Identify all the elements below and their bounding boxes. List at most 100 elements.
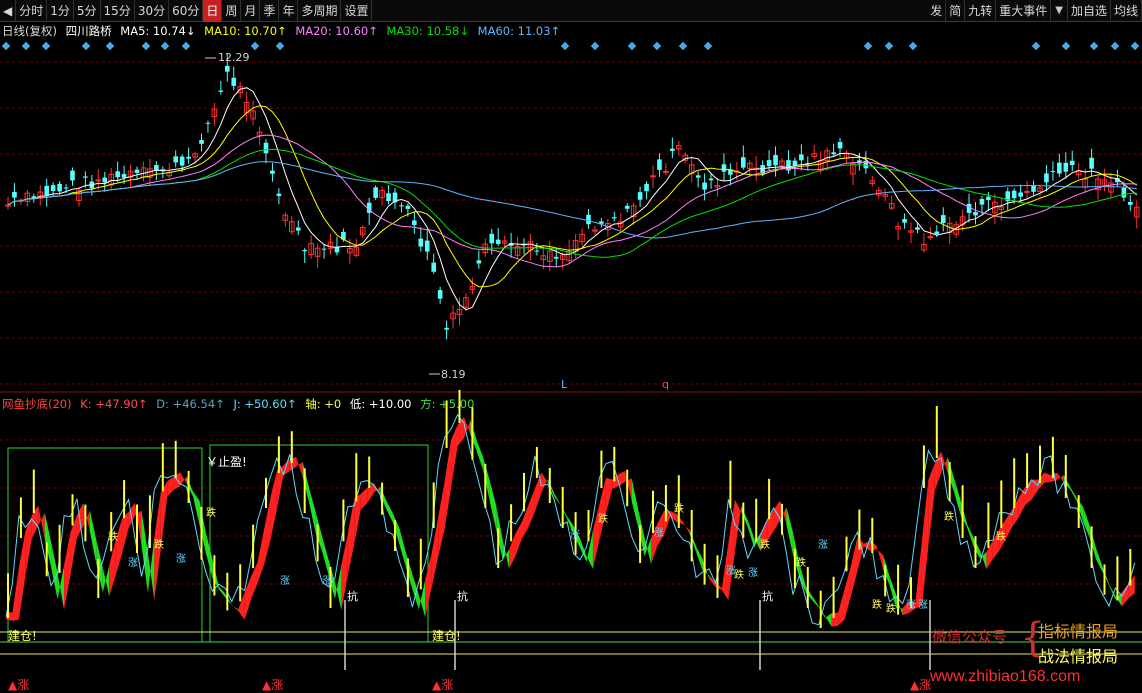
kd-band xyxy=(528,488,535,528)
kd-band xyxy=(476,440,484,471)
kd-band xyxy=(683,522,690,534)
candle-body xyxy=(295,227,301,231)
kd-band xyxy=(483,457,490,502)
zhang-label-7: 涨 xyxy=(748,567,758,579)
candle-body xyxy=(902,219,907,223)
kd-band xyxy=(1070,486,1077,501)
kd-band xyxy=(244,576,252,620)
kd-band xyxy=(438,481,445,557)
marker-q: q xyxy=(662,378,669,391)
diamond-marker xyxy=(863,41,873,51)
candle-body xyxy=(1031,185,1036,192)
candle-body xyxy=(476,260,482,264)
candle-body xyxy=(489,233,495,244)
kd-band xyxy=(270,470,277,540)
candle-body xyxy=(624,205,630,209)
kd-band xyxy=(844,565,851,620)
candle-body xyxy=(663,170,669,173)
candle-body xyxy=(973,212,978,216)
candle-body xyxy=(553,256,559,259)
diamond-marker xyxy=(908,41,918,51)
kd-band xyxy=(347,498,355,575)
candle-body xyxy=(444,327,449,330)
kd-band xyxy=(812,596,819,608)
candle-body xyxy=(1089,157,1094,169)
kd-band xyxy=(135,502,142,545)
kd-band xyxy=(64,532,71,610)
candle-body xyxy=(979,198,985,205)
watermark-url: www.zhibiao168.com xyxy=(930,668,1081,685)
kd-band xyxy=(728,499,735,601)
kline-chart[interactable]: 12.298.19L q￥止盈!建仓! 建仓!抗抗抗跌跌跌跌跌跌跌跌跌 跌跌跌涨 涨涨涨… xyxy=(0,0,1142,693)
candle-body xyxy=(1069,160,1075,166)
die-label-9: 跌 xyxy=(886,602,896,615)
kd-band xyxy=(31,505,39,539)
zhang-label-6: 涨 xyxy=(726,565,736,577)
kd-band xyxy=(541,472,548,494)
die-label-3: 跌 xyxy=(598,512,608,525)
candle-body xyxy=(927,236,934,239)
candle-body xyxy=(657,159,662,170)
kd-band xyxy=(773,500,780,532)
kd-band xyxy=(96,539,103,593)
kd-band xyxy=(83,502,90,531)
diamond-marker xyxy=(1031,41,1041,51)
diamond-marker xyxy=(652,41,662,51)
candle-body xyxy=(276,193,282,197)
ma-line xyxy=(7,148,1137,258)
candle-body xyxy=(134,169,140,173)
kd-band xyxy=(238,592,245,620)
candle-body xyxy=(934,231,940,235)
watermark-line1: 指标情报局 xyxy=(1038,622,1119,641)
candle-body xyxy=(741,157,746,168)
kd-band xyxy=(167,476,174,497)
kd-band xyxy=(451,425,458,489)
kd-band xyxy=(702,559,710,579)
candle-body xyxy=(650,175,656,178)
zhang-label-4: 涨 xyxy=(570,529,580,541)
die-label-1: 跌 xyxy=(154,538,164,551)
low-price-label: 8.19 xyxy=(441,368,466,381)
diamond-marker xyxy=(105,41,115,51)
kd-band xyxy=(838,589,845,626)
rise-marker-1: ▲涨 xyxy=(262,677,283,692)
candle-body xyxy=(431,262,436,272)
kd-band xyxy=(186,476,194,497)
kd-band xyxy=(1102,566,1109,586)
diamond-marker xyxy=(627,41,637,51)
candle-body xyxy=(231,77,237,86)
candle-body xyxy=(586,214,591,225)
diamond-marker xyxy=(21,41,31,51)
kd-band xyxy=(915,540,922,609)
kd-band xyxy=(618,470,626,487)
kd-band xyxy=(599,477,606,540)
kang-label-2: 抗 xyxy=(762,589,773,603)
kd-band xyxy=(921,479,929,606)
kd-band xyxy=(831,612,839,627)
candle-body xyxy=(1057,162,1062,174)
candle-body xyxy=(637,192,643,200)
kd-band xyxy=(792,532,800,578)
kd-band xyxy=(496,505,503,560)
candle-body xyxy=(1121,188,1127,198)
kd-band xyxy=(360,487,368,510)
candle-body xyxy=(495,239,501,244)
candle-body xyxy=(405,205,411,209)
kd-band xyxy=(109,540,116,597)
kd-band xyxy=(786,507,793,555)
high-price-label: 12.29 xyxy=(218,51,250,64)
candle-body xyxy=(115,171,120,178)
candle-body xyxy=(670,148,675,151)
candle-body xyxy=(302,249,307,252)
diamond-marker xyxy=(1061,41,1071,51)
candle-body xyxy=(986,196,991,200)
kd-band xyxy=(715,582,722,591)
diamond-marker xyxy=(590,41,600,51)
zhang-label-3: 涨 xyxy=(322,575,332,587)
candle-body xyxy=(399,205,404,207)
die-label-6: 跌 xyxy=(760,538,770,551)
ma-line xyxy=(7,105,1138,288)
kd-band xyxy=(805,585,813,601)
diamond-marker xyxy=(81,41,91,51)
candle-body xyxy=(334,247,340,253)
